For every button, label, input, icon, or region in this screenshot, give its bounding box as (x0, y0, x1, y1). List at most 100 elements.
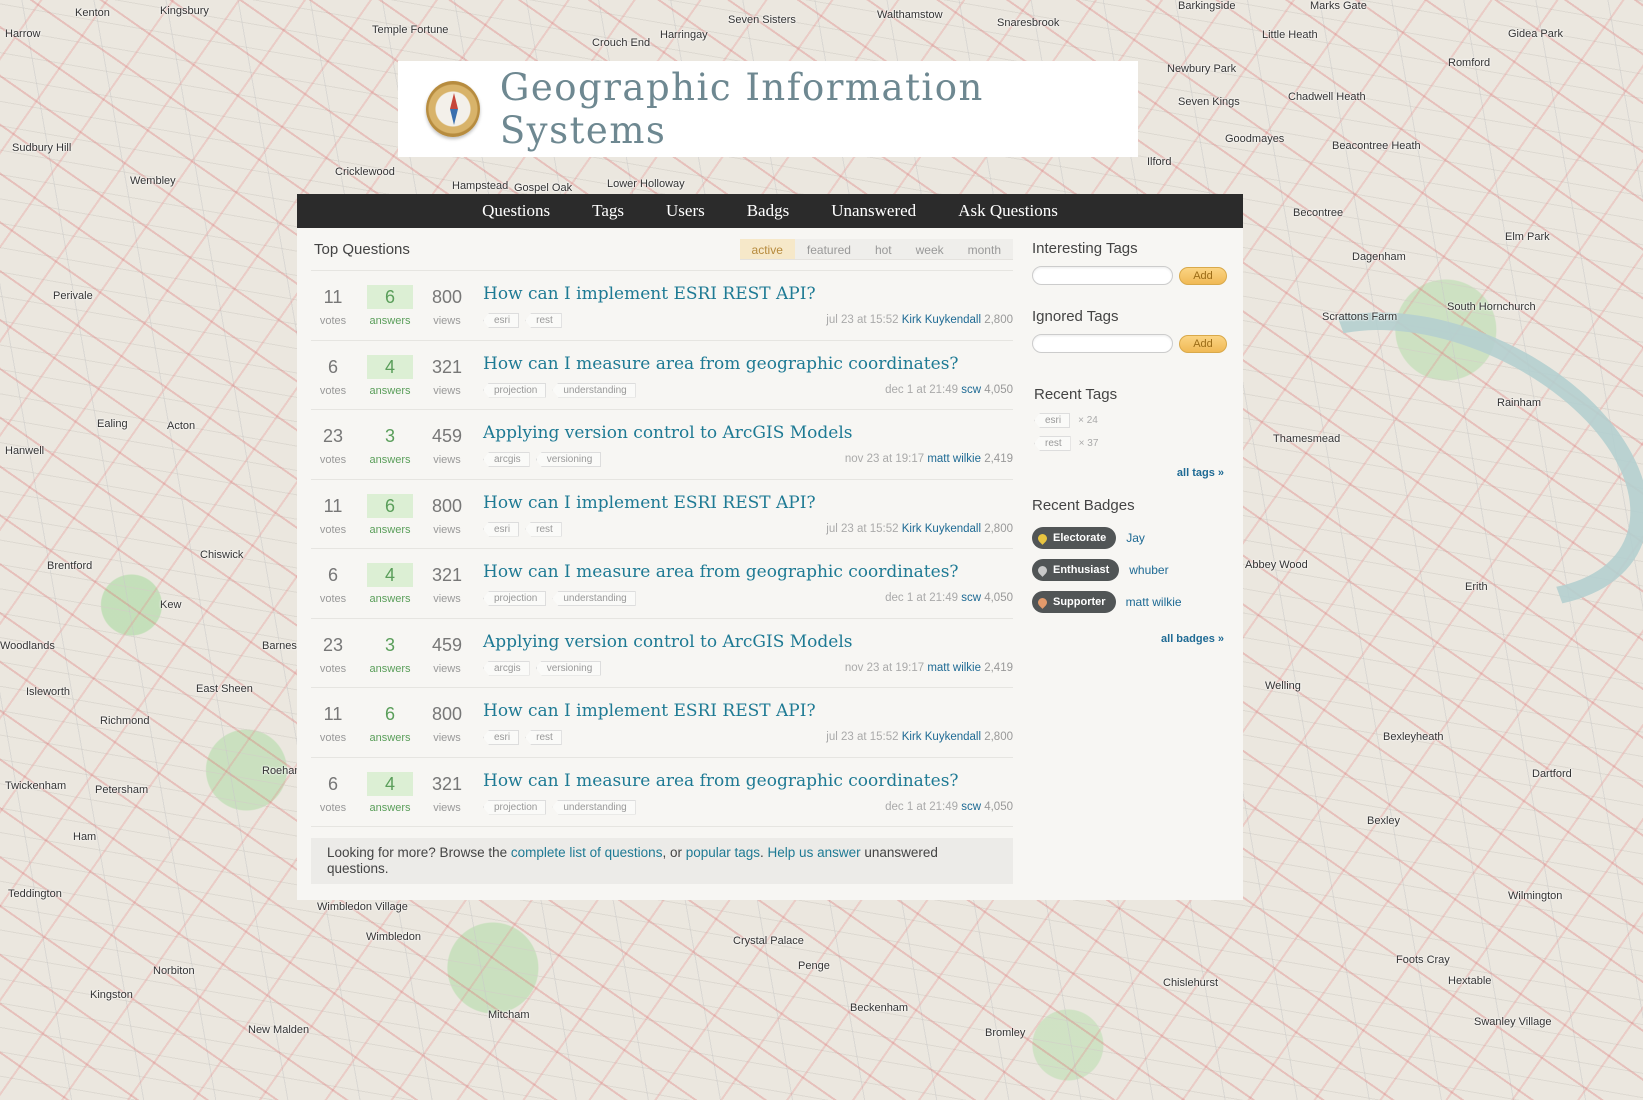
user-link[interactable]: scw (961, 384, 981, 396)
user-reputation: 2,419 (984, 661, 1013, 674)
complete-list-link[interactable]: complete list of questions (511, 845, 663, 860)
compass-icon[interactable] (426, 81, 480, 137)
vote-count: 6 votes (311, 772, 355, 814)
user-link[interactable]: matt wilkie (927, 453, 981, 465)
nav-badges[interactable]: Badgs (726, 201, 811, 221)
badge-enthusiast[interactable]: Enthusiast (1032, 559, 1120, 581)
map-place-label: Newbury Park (1167, 63, 1237, 75)
tag-chip[interactable]: projection (483, 591, 547, 606)
tag-chip[interactable]: understanding (552, 799, 636, 815)
tag-chip[interactable]: rest (525, 730, 562, 745)
tag-chip[interactable]: arcgis (483, 452, 530, 467)
view-count: 321 views (425, 772, 469, 814)
question-title-link[interactable]: How can I measure area from geographic c… (483, 354, 959, 374)
tag-chip[interactable]: versioning (535, 452, 602, 467)
views-label: views (433, 384, 461, 397)
interesting-tags-input[interactable] (1032, 266, 1173, 285)
map-place-label: Kingston (90, 989, 133, 1001)
badge-supporter[interactable]: Supporter (1032, 591, 1116, 613)
question-title-link[interactable]: How can I measure area from geographic c… (483, 771, 959, 791)
user-reputation: 4,050 (984, 592, 1013, 604)
question-title-link[interactable]: How can I measure area from geographic c… (483, 562, 959, 582)
tab-hot[interactable]: hot (863, 239, 904, 259)
answer-count: 4 answers (367, 354, 413, 397)
question-title-link[interactable]: How can I implement ESRI REST API? (483, 701, 816, 721)
map-place-label: Crystal Palace (733, 935, 804, 947)
user-reputation: 2,800 (984, 314, 1013, 326)
all-badges-link[interactable]: all badges » (1032, 633, 1224, 645)
user-reputation: 2,419 (984, 453, 1013, 465)
nav-ask-question[interactable]: Ask Questions (937, 201, 1079, 221)
map-place-label: Wimbledon Village (317, 901, 408, 913)
help-answer-link[interactable]: Help us answer (768, 845, 861, 860)
tag-chip[interactable]: projection (483, 799, 547, 815)
badge-user-link[interactable]: Jay (1126, 531, 1145, 545)
map-place-label: Norbiton (153, 965, 195, 977)
question-title-link[interactable]: How can I implement ESRI REST API? (483, 284, 816, 304)
map-place-label: Teddington (8, 888, 62, 900)
views-label: views (433, 801, 461, 814)
map-place-label: Goodmayes (1225, 133, 1285, 145)
badge-pin-icon (1036, 563, 1049, 577)
map-place-label: Twickenham (5, 780, 67, 792)
question-title-link[interactable]: How can I implement ESRI REST API? (483, 493, 816, 513)
ignored-tags-input[interactable] (1032, 334, 1173, 353)
tab-month[interactable]: month (956, 239, 1013, 259)
votes-label: votes (319, 593, 347, 605)
tag-chip[interactable]: understanding (552, 591, 636, 606)
badge-user-link[interactable]: matt wilkie (1126, 595, 1182, 609)
question-list: 11 votes 6 answers 800 views How can I i… (311, 270, 1013, 827)
question-title-link[interactable]: Applying version control to ArcGIS Model… (483, 632, 853, 652)
interesting-tags-add-button[interactable]: Add (1179, 266, 1227, 285)
map-place-label: Bexleyheath (1383, 731, 1444, 743)
user-link[interactable]: Kirk Kuykendall (902, 523, 981, 535)
map-place-label: Harringay (660, 29, 708, 41)
nav-tags[interactable]: Tags (571, 201, 645, 221)
tab-featured[interactable]: featured (795, 239, 863, 259)
user-link[interactable]: Kirk Kuykendall (902, 314, 981, 326)
tab-active[interactable]: active (739, 239, 795, 259)
tag-chip[interactable]: arcgis (483, 660, 530, 676)
ignored-tags-add-button[interactable]: Add (1179, 334, 1227, 353)
views-number: 459 (431, 426, 463, 446)
tag-chip[interactable]: rest (525, 521, 562, 537)
badge-label: Enthusiast (1053, 564, 1110, 576)
map-place-label: Hanwell (5, 445, 45, 457)
answer-count: 6 answers (367, 285, 413, 327)
nav-users[interactable]: Users (645, 201, 726, 221)
user-link[interactable]: scw (961, 592, 981, 604)
tag-chip[interactable]: esri (483, 730, 520, 745)
nav-questions[interactable]: Questions (461, 201, 571, 221)
badge-electorate[interactable]: Electorate (1032, 527, 1117, 549)
badge-item: Electorate Jay (1032, 527, 1224, 549)
badge-user-link[interactable]: whuber (1129, 563, 1168, 577)
popular-tags-link[interactable]: popular tags (686, 845, 760, 860)
votes-number: 11 (323, 495, 343, 516)
tag-chip[interactable]: versioning (535, 660, 602, 676)
map-place-label: Barnes (262, 640, 297, 652)
question-row: 11 votes 6 answers 800 views How can I i… (311, 270, 1013, 340)
question-time: jul 23 at 15:52 (826, 314, 899, 326)
question-title-link[interactable]: Applying version control to ArcGIS Model… (483, 423, 853, 443)
all-tags-link[interactable]: all tags » (1034, 467, 1224, 479)
question-row: 6 votes 4 answers 321 views How can I me… (311, 339, 1013, 410)
tag-chip[interactable]: esri (1034, 413, 1071, 428)
site-title[interactable]: Geographic Information Systems (500, 66, 1138, 152)
tag-chip[interactable]: esri (483, 521, 520, 537)
answer-count: 4 answers (367, 771, 413, 814)
map-place-label: Wilmington (1508, 890, 1563, 902)
tag-chip[interactable]: rest (525, 313, 562, 328)
tag-chip[interactable]: rest (1034, 436, 1071, 451)
tab-week[interactable]: week (904, 239, 956, 259)
tag-chip[interactable]: esri (483, 313, 520, 328)
map-place-label: Acton (167, 420, 196, 432)
tag-chip[interactable]: projection (483, 382, 547, 398)
user-link[interactable]: Kirk Kuykendall (902, 731, 981, 743)
user-link[interactable]: matt wilkie (927, 662, 981, 674)
vote-count: 11 votes (311, 285, 355, 327)
map-place-label: Gidea Park (1508, 28, 1564, 40)
nav-unanswered[interactable]: Unanswered (810, 201, 937, 221)
answers-label: answers (369, 384, 411, 397)
tag-chip[interactable]: understanding (552, 382, 636, 398)
user-link[interactable]: scw (961, 801, 981, 813)
